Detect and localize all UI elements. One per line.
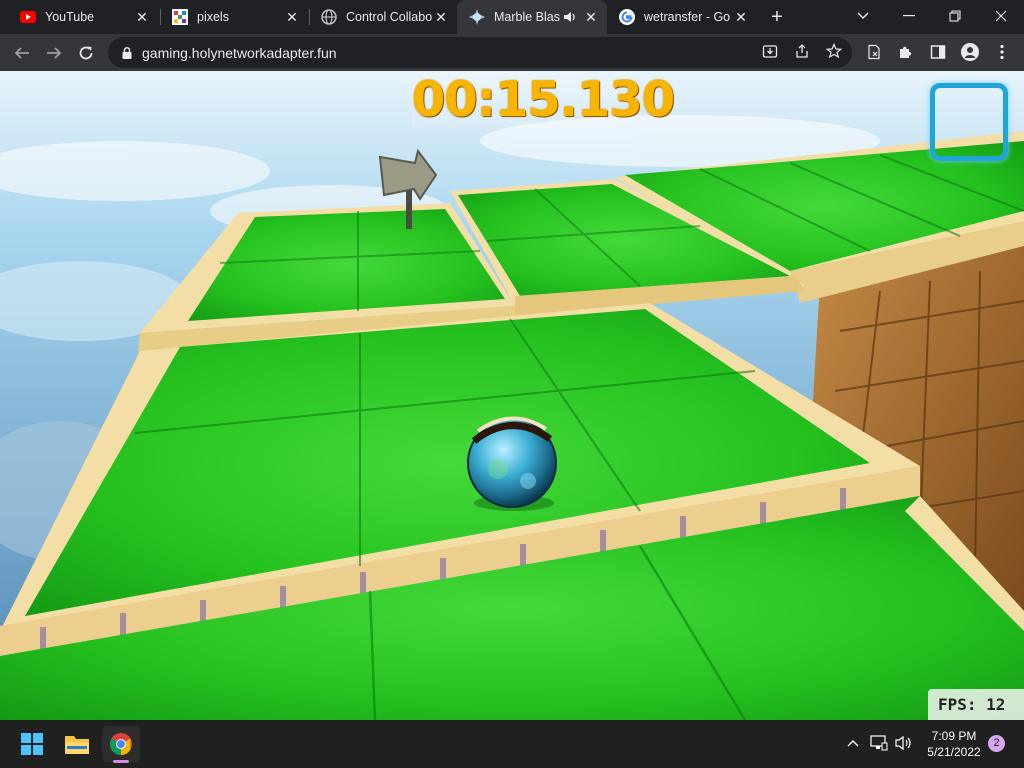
file-explorer-button[interactable] [58, 726, 96, 762]
active-app-indicator [113, 760, 129, 763]
tab-pixels[interactable]: pixels ✕ [160, 0, 308, 34]
plus-icon: + [771, 6, 783, 28]
extensions-button[interactable] [896, 42, 916, 62]
chrome-icon [110, 733, 132, 755]
address-bar[interactable]: gaming.holynetworkadapter.fun [108, 37, 852, 68]
document-blocked-icon [868, 44, 880, 60]
volume-icon [895, 735, 911, 751]
globe-icon [321, 9, 337, 25]
show-hidden-icons-button[interactable] [844, 734, 862, 752]
pixels-icon [172, 9, 188, 25]
close-tab-icon[interactable]: ✕ [733, 9, 749, 25]
tab-wetransfer[interactable]: wetransfer - Go ✕ [607, 0, 757, 34]
tab-title: pixels [197, 10, 229, 24]
browser-toolbar: gaming.holynetworkadapter.fun [0, 34, 1024, 71]
file-explorer-icon [65, 736, 89, 754]
fps-counter: FPS: 12 [928, 689, 1024, 720]
star-icon [826, 43, 842, 59]
reload-button[interactable] [72, 39, 100, 67]
close-tab-icon[interactable]: ✕ [134, 9, 150, 25]
install-app-button[interactable] [760, 41, 780, 61]
close-tab-icon[interactable]: ✕ [433, 9, 449, 25]
reload-icon [79, 46, 93, 60]
back-arrow-icon [14, 47, 29, 59]
tab-search-button[interactable] [840, 0, 886, 32]
menu-button[interactable] [992, 42, 1012, 62]
speaker-icon[interactable] [563, 10, 577, 24]
back-button[interactable] [8, 39, 36, 67]
side-panel-icon [930, 45, 946, 59]
profile-button[interactable] [960, 42, 980, 62]
tab-title: YouTube [45, 10, 95, 24]
close-tab-icon[interactable]: ✕ [284, 9, 300, 25]
tab-youtube[interactable]: YouTube ✕ [8, 0, 158, 34]
forward-arrow-icon [47, 47, 62, 59]
close-tab-icon[interactable]: ✕ [583, 9, 599, 25]
volume-button[interactable] [895, 734, 913, 752]
windows-start-icon [21, 733, 43, 755]
lock-icon[interactable] [120, 46, 134, 60]
clock-time: 7:09 PM [931, 729, 977, 743]
avatar-icon [961, 43, 979, 61]
taskbar-clock[interactable]: 7:09 PM 5/21/2022 [920, 728, 988, 760]
tab-marble-blast[interactable]: Marble Blas ✕ [457, 0, 607, 34]
close-icon [995, 10, 1007, 22]
close-window-button[interactable] [978, 0, 1024, 32]
share-button[interactable] [792, 41, 812, 61]
bookmark-button[interactable] [824, 41, 844, 61]
side-panel-button[interactable] [928, 42, 948, 62]
puzzle-icon [900, 46, 912, 58]
install-icon [762, 45, 778, 58]
network-icon [870, 735, 888, 751]
gem-indicator-frame [930, 83, 1008, 161]
share-icon [796, 44, 808, 58]
restore-button[interactable] [932, 0, 978, 32]
windows-taskbar: 7:09 PM 5/21/2022 2 [0, 720, 1024, 768]
minimize-icon [903, 15, 915, 17]
notification-badge[interactable]: 2 [988, 735, 1005, 752]
tab-control-collabo[interactable]: Control Collabo ✕ [309, 0, 457, 34]
network-button[interactable] [870, 734, 888, 752]
marble-blast-icon [469, 9, 485, 25]
chevron-down-icon [857, 12, 869, 19]
minimize-button[interactable] [886, 0, 932, 32]
restore-icon [949, 10, 961, 22]
chevron-up-icon [847, 740, 859, 747]
start-button[interactable] [13, 726, 51, 762]
new-tab-button[interactable]: + [766, 6, 788, 28]
url-text[interactable]: gaming.holynetworkadapter.fun [142, 45, 337, 61]
more-vert-icon [1000, 44, 1004, 60]
tab-strip: YouTube ✕ pixels ✕ Control Collabo ✕ Mar… [0, 0, 1024, 34]
google-icon [619, 9, 635, 25]
forward-button[interactable] [40, 39, 68, 67]
chrome-taskbar-button[interactable] [102, 726, 140, 762]
tab-title: Marble Blas [494, 10, 560, 24]
game-canvas[interactable]: 00:15.130 FPS: 12 [0, 71, 1024, 720]
game-scene [0, 71, 1024, 720]
tab-title: Control Collabo [346, 10, 433, 24]
level-timer: 00:15.130 [412, 71, 675, 129]
extension-button[interactable] [864, 42, 884, 62]
youtube-icon [20, 9, 36, 25]
clock-date: 5/21/2022 [927, 745, 981, 759]
tab-title: wetransfer - Go [644, 10, 731, 24]
